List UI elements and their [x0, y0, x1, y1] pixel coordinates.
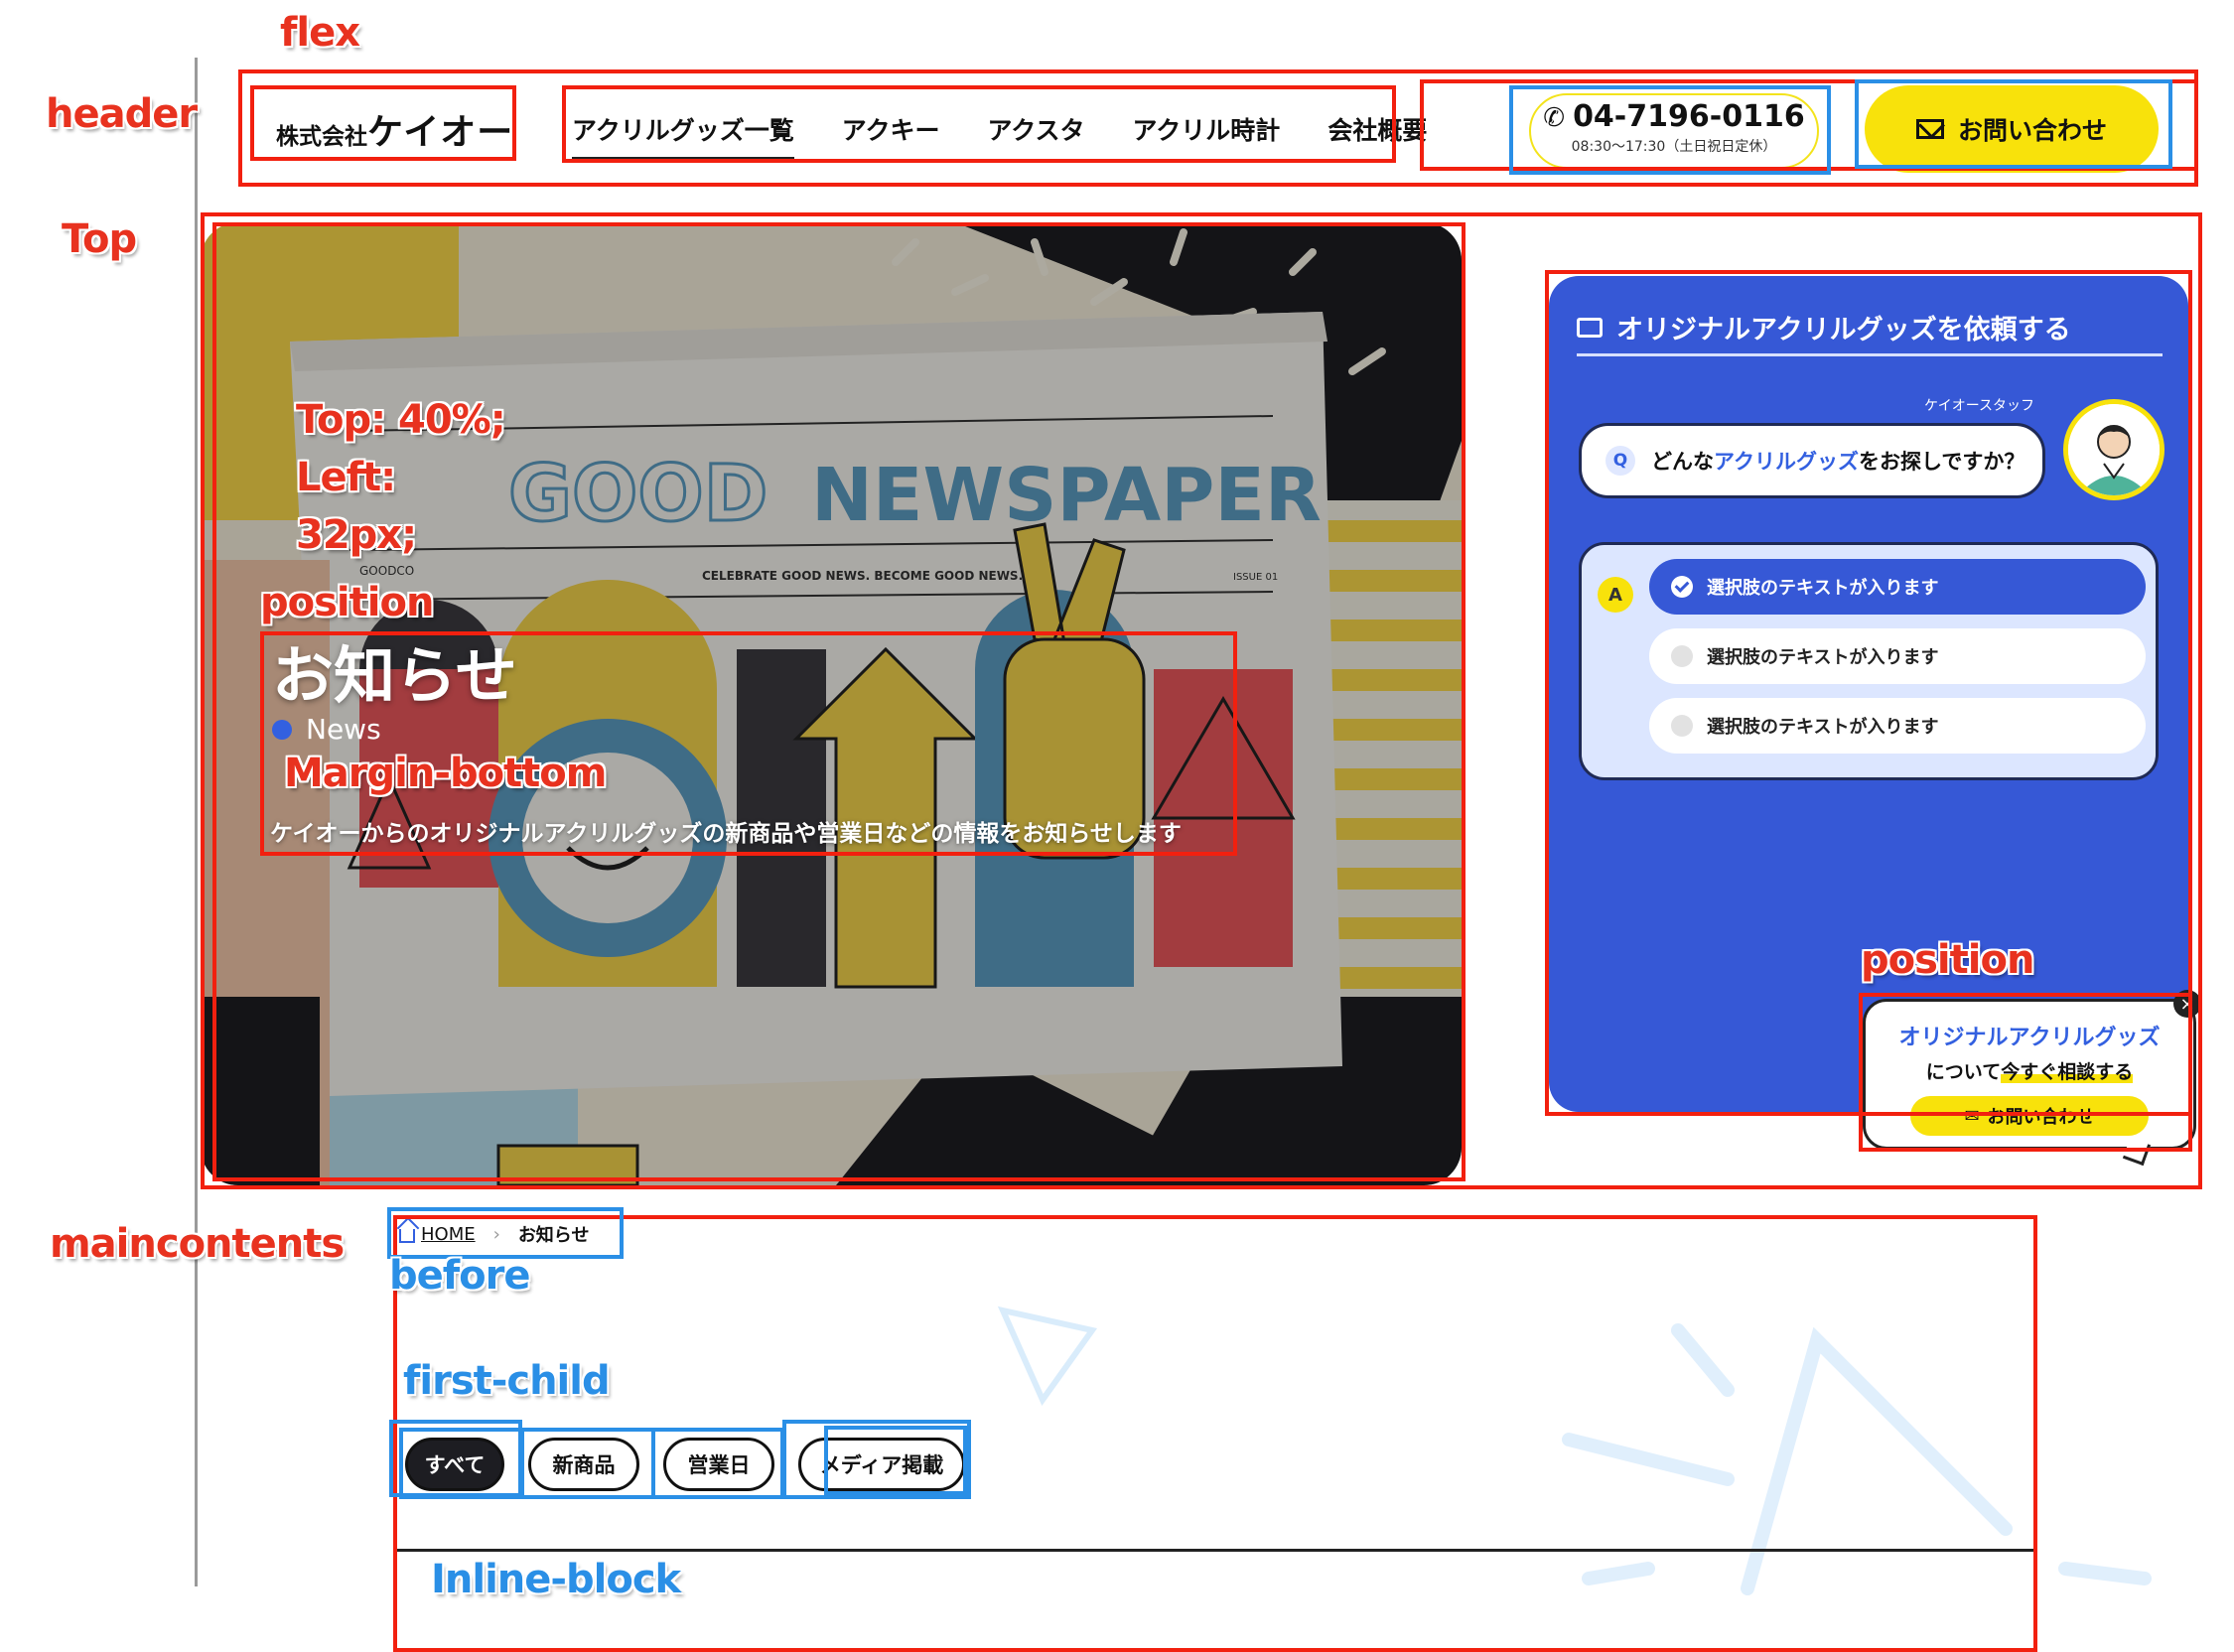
breadcrumb-current: お知らせ	[517, 1225, 590, 1246]
breadcrumb: HOME › お知らせ	[399, 1221, 589, 1247]
annotation-maincontents: maincontents	[50, 1221, 345, 1267]
nav-item-akukey[interactable]: アクキー	[842, 111, 940, 160]
page-subtitle-text: News	[306, 713, 381, 746]
annotation-header: header	[46, 91, 198, 137]
phone-hours: 08:30〜17:30（土日祝日定休）	[1571, 139, 1777, 155]
logo-small-text: 株式会社	[276, 124, 367, 150]
guide-line	[195, 58, 198, 1586]
phone-number: 04-7196-0116	[1573, 99, 1805, 134]
annotation-hero-position-2: Left:	[296, 455, 396, 500]
staff-label: ケイオースタッフ	[1924, 398, 2035, 414]
logo-big-text: ケイオー	[367, 112, 514, 153]
logo[interactable]: 株式会社ケイオー	[276, 103, 513, 155]
panel-title: オリジナルアクリルグッズを依頼する	[1577, 308, 2071, 346]
page-title: お知らせ	[272, 639, 517, 712]
mail-icon	[1915, 119, 1944, 139]
annotation-position: position	[260, 580, 434, 625]
chat-icon	[1577, 317, 1603, 338]
page-description: ケイオーからのオリジナルアクリルグッズの新商品や営業日などの情報をお知らせします	[270, 821, 1182, 847]
check-icon	[1671, 576, 1693, 598]
section-divider	[397, 1549, 2033, 1552]
header-contact-label: お問い合わせ	[1957, 116, 2107, 145]
filter-all[interactable]: すべて	[405, 1438, 504, 1491]
decor-triangle	[997, 1306, 1098, 1407]
answer-option-3-label: 選択肢のテキストが入ります	[1707, 717, 1939, 738]
filter-business-days[interactable]: 営業日	[663, 1438, 774, 1491]
inquiry-panel: オリジナルアクリルグッズを依頼する ケイオースタッフ Q どんなアクリルグッズを…	[1549, 276, 2188, 1112]
page-subtitle: News	[272, 713, 381, 746]
bullet-dot-icon	[272, 719, 292, 740]
consult-line2-highlight: 今すぐ相談する	[2001, 1061, 2134, 1083]
consult-contact-label: お問い合わせ	[1987, 1107, 2095, 1128]
answer-option-1[interactable]: 選択肢のテキストが入ります	[1649, 559, 2146, 615]
annotation-flex: flex	[280, 10, 360, 56]
phone-contact[interactable]: ✆ 04-7196-0116 08:30〜17:30（土日祝日定休）	[1529, 93, 1819, 169]
annotation-before: before	[389, 1253, 530, 1299]
annotation-margin-bottom: Margin-bottom	[284, 751, 607, 796]
annotation-top: Top	[62, 216, 137, 262]
answer-option-3[interactable]: 選択肢のテキストが入ります	[1649, 698, 2146, 754]
nav-item-company[interactable]: 会社概要	[1327, 111, 1427, 160]
question-bubble: Q どんなアクリルグッズをお探しですか？	[1579, 423, 2045, 498]
breadcrumb-home[interactable]: HOME	[399, 1224, 476, 1245]
annotation-panel-position: position	[1861, 937, 2034, 983]
annotated-page: 株式会社ケイオー アクリルグッズ一覧 アクキー アクスタ アクリル時計 会社概要…	[0, 0, 2234, 1652]
staff-avatar	[2063, 399, 2164, 500]
annotation-hero-position-3: 32px;	[296, 512, 417, 558]
phone-number-row: ✆ 04-7196-0116	[1531, 99, 1817, 134]
nav-item-clock[interactable]: アクリル時計	[1133, 111, 1281, 160]
question-text: どんなアクリルグッズをお探しですか？	[1651, 446, 2025, 476]
annotation-first-child: first-child	[403, 1358, 611, 1404]
question-pre: どんな	[1651, 450, 1714, 474]
mail-icon: ✉	[1964, 1105, 1980, 1127]
decor-lines	[1562, 1323, 2152, 1595]
global-nav: アクリルグッズ一覧 アクキー アクスタ アクリル時計 会社概要	[572, 111, 1474, 160]
nav-item-goods[interactable]: アクリルグッズ一覧	[572, 111, 794, 160]
radio-icon	[1671, 645, 1693, 667]
header-contact-button[interactable]: お問い合わせ	[1865, 85, 2159, 173]
answer-option-2[interactable]: 選択肢のテキストが入ります	[1649, 628, 2146, 684]
panel-divider	[1577, 353, 2163, 356]
annotation-inline-block: Inline-block	[431, 1557, 681, 1602]
consult-contact-button[interactable]: ✉ お問い合わせ	[1910, 1096, 2149, 1136]
filter-media[interactable]: メディア掲載	[798, 1438, 965, 1491]
answer-option-1-label: 選択肢のテキストが入ります	[1707, 578, 1939, 599]
nav-item-akusta[interactable]: アクスタ	[988, 111, 1085, 160]
question-badge: Q	[1606, 446, 1635, 476]
breadcrumb-separator: ›	[492, 1223, 500, 1245]
radio-icon	[1671, 715, 1693, 737]
close-icon[interactable]: ×	[2173, 990, 2201, 1018]
speech-tail	[2122, 1137, 2152, 1167]
annotation-hero-position: Top: 40%; Left: 32px;	[296, 391, 506, 564]
filter-new-products[interactable]: 新商品	[528, 1438, 639, 1491]
question-post: をお探しですか？	[1858, 450, 2025, 474]
question-highlight: アクリルグッズ	[1714, 450, 1859, 474]
answer-badge: A	[1598, 577, 1633, 613]
panel-title-text: オリジナルアクリルグッズを依頼する	[1616, 315, 2071, 345]
consult-line2: について今すぐ相談する	[1866, 1057, 2193, 1084]
consult-card[interactable]: オリジナルアクリルグッズ について今すぐ相談する ✉ お問い合わせ ×	[1863, 990, 2201, 1167]
annotation-hero-position-1: Top: 40%;	[296, 397, 506, 443]
consult-line1: オリジナルアクリルグッズ	[1898, 1026, 2161, 1050]
staff-avatar-illustration	[2068, 404, 2160, 495]
answer-box: A 選択肢のテキストが入ります 選択肢のテキストが入ります 選択肢のテキストが入…	[1579, 542, 2159, 780]
answer-option-2-label: 選択肢のテキストが入ります	[1707, 647, 1939, 668]
consult-line2-pre: について	[1925, 1061, 2002, 1083]
phone-icon: ✆	[1543, 103, 1566, 133]
breadcrumb-home-label: HOME	[421, 1223, 476, 1245]
home-icon	[399, 1229, 415, 1243]
